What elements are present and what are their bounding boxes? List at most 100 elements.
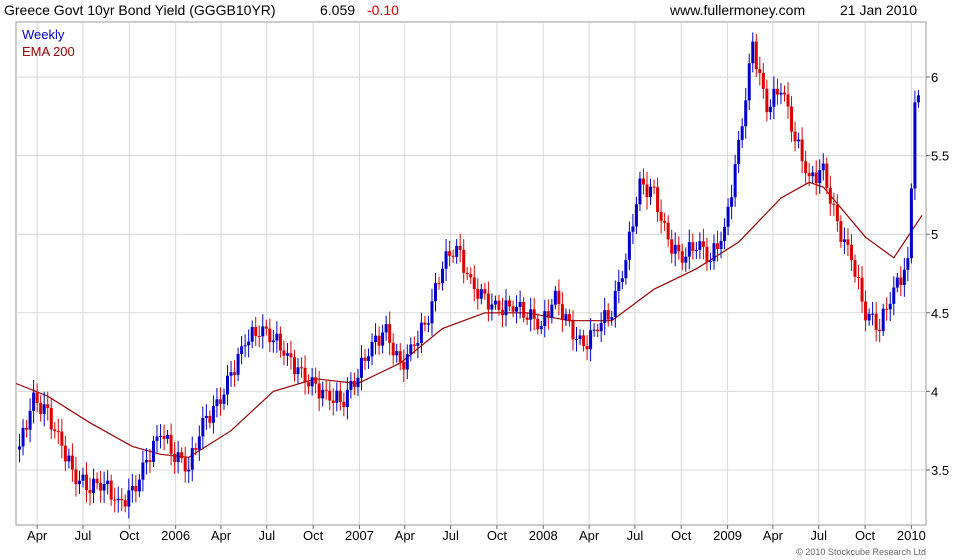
candle-down	[878, 318, 882, 343]
candle-body	[916, 95, 920, 103]
candle-body	[476, 289, 480, 299]
candle-down	[786, 82, 790, 119]
candle-up	[67, 448, 71, 469]
candle-up	[578, 329, 582, 346]
candle-body	[627, 231, 631, 260]
candle-body	[751, 41, 755, 64]
candle-body	[314, 377, 318, 384]
candle-down	[532, 297, 536, 331]
candle-body	[278, 333, 282, 351]
candle-down	[705, 237, 709, 271]
candle-body	[811, 172, 815, 177]
candle-down	[666, 215, 670, 247]
candle-body	[913, 102, 917, 189]
candle-up	[226, 365, 230, 406]
candle-body	[391, 342, 395, 356]
candle-up	[405, 344, 409, 380]
x-tick-label: Oct	[671, 528, 692, 543]
candle-body	[529, 309, 533, 320]
candle-down	[423, 315, 427, 332]
candle-body	[455, 245, 459, 257]
candle-body	[874, 313, 878, 330]
candle-body	[296, 367, 300, 375]
x-tick-label: 2007	[345, 528, 374, 543]
candle-body	[423, 322, 427, 325]
candle-body	[173, 453, 177, 462]
candle-up	[359, 345, 363, 391]
candle-body	[194, 448, 198, 450]
candle-body	[123, 500, 127, 507]
candle-body	[222, 394, 226, 404]
candle-down	[782, 85, 786, 102]
candle-down	[670, 229, 674, 264]
candle-body	[307, 382, 311, 387]
candle-up	[909, 183, 913, 264]
x-tick-label: 2010	[897, 528, 926, 543]
candle-up	[77, 470, 81, 495]
candle-down	[814, 160, 818, 196]
candle-body	[426, 323, 430, 325]
candle-body	[437, 283, 441, 285]
candle-body	[159, 436, 163, 438]
candle-up	[155, 425, 159, 453]
candle-down	[536, 313, 540, 335]
x-tick-label: 2009	[713, 528, 742, 543]
candle-body	[677, 244, 681, 252]
candle-body	[292, 357, 296, 375]
candle-down	[857, 265, 861, 290]
candle-body	[285, 353, 289, 356]
candle-body	[592, 329, 596, 331]
candle-down	[652, 179, 656, 195]
candle-up	[92, 468, 96, 504]
candle-body	[775, 88, 779, 95]
candle-body	[120, 498, 124, 501]
candle-body	[828, 187, 832, 204]
candle-down	[85, 462, 89, 503]
candle-body	[180, 452, 184, 459]
candle-up	[673, 232, 677, 267]
candle-up	[21, 418, 25, 456]
candle-down	[63, 435, 67, 472]
x-tick-label: Apr	[211, 528, 232, 543]
candle-body	[585, 346, 589, 350]
candle-up	[821, 153, 825, 181]
candle-body	[567, 314, 571, 322]
candle-body	[818, 170, 822, 184]
candle-down	[300, 357, 304, 378]
candle-down	[525, 312, 529, 326]
candle-up	[384, 315, 388, 341]
candle-body	[867, 313, 871, 321]
candle-body	[663, 220, 667, 223]
candle-down	[849, 234, 853, 271]
x-tick-label: Jul	[75, 528, 92, 543]
candle-up	[797, 132, 801, 149]
candle-up	[296, 357, 300, 384]
candle-body	[240, 346, 244, 354]
candle-up	[261, 314, 265, 349]
candle-body	[885, 308, 889, 310]
candle-down	[885, 297, 889, 321]
candle-body	[166, 434, 170, 439]
candle-body	[472, 277, 476, 290]
candle-body	[384, 324, 388, 333]
candle-body	[522, 302, 526, 318]
candle-up	[723, 218, 727, 250]
candle-up	[712, 234, 716, 270]
candle-up	[916, 89, 920, 108]
candle-body	[324, 389, 328, 391]
candle-up	[892, 276, 896, 316]
candle-body	[151, 440, 155, 462]
candle-up	[374, 323, 378, 355]
candle-body	[95, 478, 99, 484]
candle-body	[730, 197, 734, 207]
candle-body	[395, 351, 399, 356]
candle-body	[814, 172, 818, 184]
candle-down	[183, 446, 187, 483]
candle-up	[335, 382, 339, 412]
candle-body	[638, 178, 642, 205]
candle-body	[649, 186, 653, 198]
candle-down	[560, 292, 564, 332]
candle-down	[95, 472, 99, 490]
candle-body	[857, 276, 861, 278]
candle-body	[236, 353, 240, 375]
